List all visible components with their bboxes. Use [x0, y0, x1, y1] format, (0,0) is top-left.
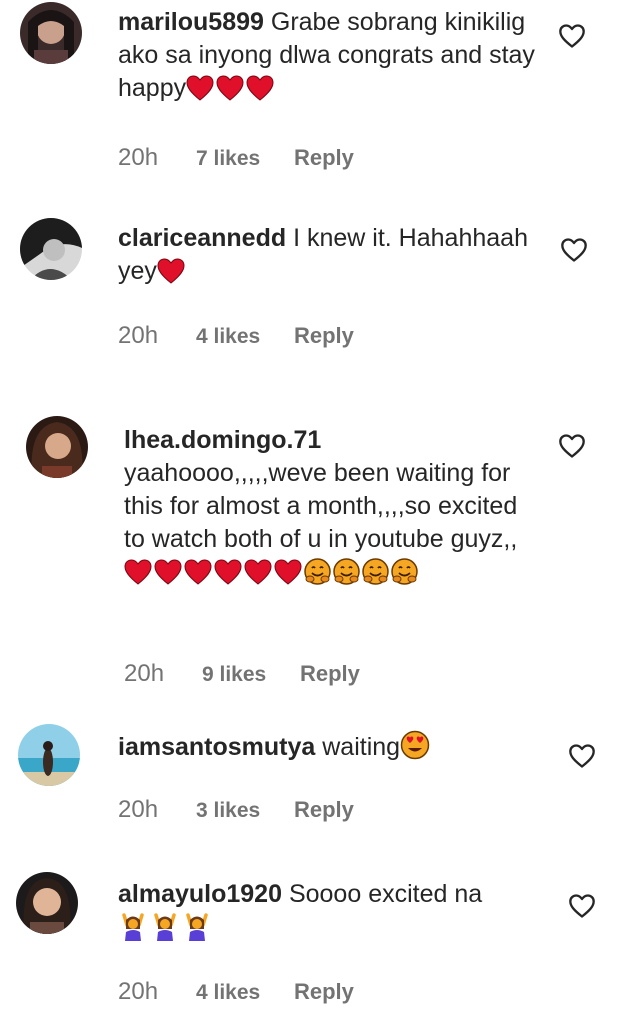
red-heart-emoji-icon [244, 559, 272, 594]
reply-button[interactable]: Reply [300, 661, 360, 687]
comment-likes-count[interactable]: 4 likes [196, 981, 294, 1005]
reply-button[interactable]: Reply [294, 145, 354, 171]
comment-timestamp: 20h [118, 796, 159, 823]
raising-hands-woman-emoji-icon [182, 911, 212, 950]
red-heart-emoji-icon [214, 559, 242, 594]
comment-timestamp: 20h [118, 144, 159, 171]
comment-username[interactable]: clariceannedd [118, 224, 286, 252]
hugging-face-emoji-icon [362, 558, 389, 594]
comment-username[interactable]: iamsantosmutya [118, 733, 315, 761]
comment-likes-count[interactable]: 3 likes [196, 799, 294, 823]
raising-hands-woman-emoji-icon [118, 911, 148, 950]
reply-button[interactable]: Reply [294, 797, 354, 823]
reply-button[interactable]: Reply [294, 323, 354, 349]
red-heart-emoji-icon [184, 559, 212, 594]
red-heart-emoji-icon [216, 75, 244, 110]
emoji-row [400, 730, 432, 761]
raising-hands-woman-emoji-icon [150, 911, 180, 950]
heart-outline-icon [569, 894, 595, 918]
hugging-face-emoji-icon [333, 558, 360, 594]
comment-timestamp: 20h [118, 322, 159, 349]
red-heart-emoji-icon [186, 75, 214, 110]
red-heart-emoji-icon [157, 258, 185, 293]
avatar[interactable] [16, 872, 78, 934]
like-heart-icon[interactable] [568, 892, 596, 920]
avatar[interactable] [20, 218, 82, 280]
like-heart-icon[interactable] [558, 432, 586, 460]
like-heart-icon[interactable] [558, 22, 586, 50]
comment-username[interactable]: marilou5899 [118, 8, 264, 36]
like-heart-icon[interactable] [560, 236, 588, 264]
comment-likes-count[interactable]: 9 likes [202, 663, 300, 687]
comment-text: yaahoooo,,,,,weve been waiting for this … [124, 459, 518, 553]
heart-outline-icon [559, 24, 585, 48]
comment-timestamp: 20h [124, 660, 165, 687]
hugging-face-emoji-icon [304, 558, 331, 594]
comment-text: waiting [322, 733, 401, 761]
comment-likes-count[interactable]: 7 likes [196, 147, 294, 171]
heart-eyes-face-emoji-icon [400, 730, 430, 769]
emoji-row [186, 74, 276, 102]
heart-outline-icon [559, 434, 585, 458]
emoji-row [118, 913, 214, 942]
red-heart-emoji-icon [154, 559, 182, 594]
red-heart-emoji-icon [124, 559, 152, 594]
comment-likes-count[interactable]: 4 likes [196, 325, 294, 349]
heart-outline-icon [569, 744, 595, 768]
red-heart-emoji-icon [274, 559, 302, 594]
comment-text: Soooo excited na [288, 880, 483, 908]
avatar[interactable] [20, 2, 82, 64]
heart-outline-icon [561, 238, 587, 262]
comment-username[interactable]: almayulo1920 [118, 880, 282, 908]
avatar[interactable] [26, 416, 88, 478]
emoji-row [157, 257, 187, 285]
reply-button[interactable]: Reply [294, 979, 354, 1005]
hugging-face-emoji-icon [391, 558, 418, 594]
avatar[interactable] [18, 724, 80, 786]
comment-timestamp: 20h [118, 978, 159, 1005]
emoji-row [124, 558, 420, 586]
like-heart-icon[interactable] [568, 742, 596, 770]
red-heart-emoji-icon [246, 75, 274, 110]
comment-username[interactable]: lhea.domingo.71 [124, 426, 321, 454]
